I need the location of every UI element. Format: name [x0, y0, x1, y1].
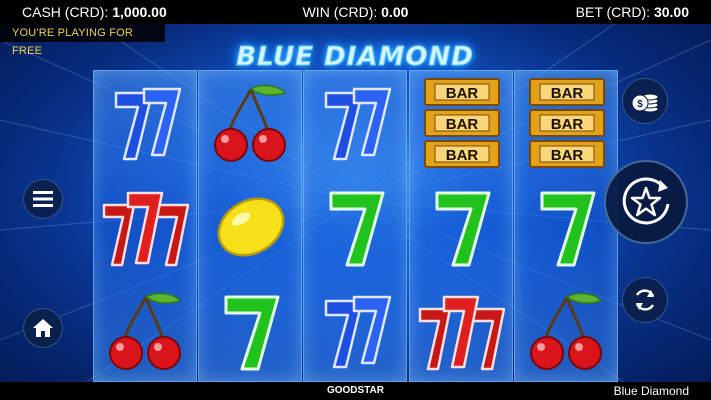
symbol-seven-red-triple [94, 175, 198, 279]
autoplay-button[interactable] [622, 277, 668, 323]
bar-triple-icon: BAR BAR BAR [424, 78, 500, 168]
bar-label: BAR [551, 116, 584, 133]
bet-value: 30.00 [653, 4, 689, 20]
bar-label: BAR [446, 116, 479, 133]
menu-button[interactable] [23, 179, 63, 219]
symbol-cherry [94, 279, 198, 383]
home-icon [33, 319, 53, 337]
bar-label: BAR [446, 85, 479, 102]
cherry-icon [109, 292, 182, 370]
bar-label: BAR [446, 147, 479, 164]
seven-green-icon [224, 295, 280, 371]
symbol-cherry [515, 279, 619, 383]
seven-blue-icon [324, 87, 392, 161]
symbol-seven-green [410, 175, 514, 279]
bet-button[interactable]: $ [622, 78, 668, 124]
reel-3 [303, 70, 407, 382]
bar-triple-icon: BAR BAR BAR [529, 78, 605, 168]
seven-green-icon [329, 191, 385, 267]
game-logo: BLUE DIAMOND [236, 42, 474, 73]
game-stage: CASH (CRD): 1,000.00 WIN (CRD): 0.00 BET… [0, 0, 711, 400]
seven-blue-icon [324, 295, 392, 369]
symbol-seven-red-triple [410, 279, 514, 383]
bar-label: BAR [551, 147, 584, 164]
bar-label: BAR [551, 85, 584, 102]
footer-bar: GOODSTAR Blue Diamond [0, 382, 711, 400]
coins-icon: $ [631, 93, 659, 113]
win-value: 0.00 [381, 4, 409, 20]
spin-button[interactable] [604, 160, 688, 244]
symbol-cherry [199, 71, 303, 175]
refresh-icon [635, 289, 655, 311]
symbol-lemon [199, 175, 303, 279]
symbol-seven-blue [304, 279, 408, 383]
reel-5: BAR BAR BAR [514, 70, 618, 382]
bet-readout: BET (CRD): 30.00 [576, 0, 689, 24]
symbol-bar-triple: BAR BAR BAR [515, 71, 619, 175]
home-button[interactable] [23, 308, 63, 348]
win-label: WIN (CRD): [302, 4, 378, 20]
symbol-seven-blue [304, 71, 408, 175]
free-play-notice: YOU'RE PLAYING FOR FREE [0, 24, 165, 57]
star-spin-icon [622, 177, 670, 225]
reel-2 [198, 70, 302, 382]
svg-text:$: $ [637, 99, 643, 110]
cherry-icon [214, 84, 287, 162]
cherry-icon [530, 292, 603, 370]
symbol-seven-green [199, 279, 303, 383]
brand-label: GOODSTAR [326, 385, 385, 396]
symbol-seven-green [515, 175, 619, 279]
symbol-seven-green [304, 175, 408, 279]
seven-green-icon [540, 191, 596, 267]
game-name-label: Blue Diamond [613, 384, 689, 398]
bet-label: BET (CRD): [575, 4, 651, 20]
symbol-bar-triple: BAR BAR BAR [410, 71, 514, 175]
top-status-bar: CASH (CRD): 1,000.00 WIN (CRD): 0.00 BET… [0, 0, 711, 24]
lemon-icon [217, 197, 285, 257]
reel-4: BAR BAR BAR [409, 70, 513, 382]
menu-icon [33, 191, 53, 207]
seven-red-triple-icon [418, 295, 506, 371]
symbol-seven-blue [94, 71, 198, 175]
seven-blue-icon [114, 87, 182, 161]
seven-green-icon [435, 191, 491, 267]
reel-1 [93, 70, 197, 382]
seven-red-triple-icon [102, 191, 190, 267]
